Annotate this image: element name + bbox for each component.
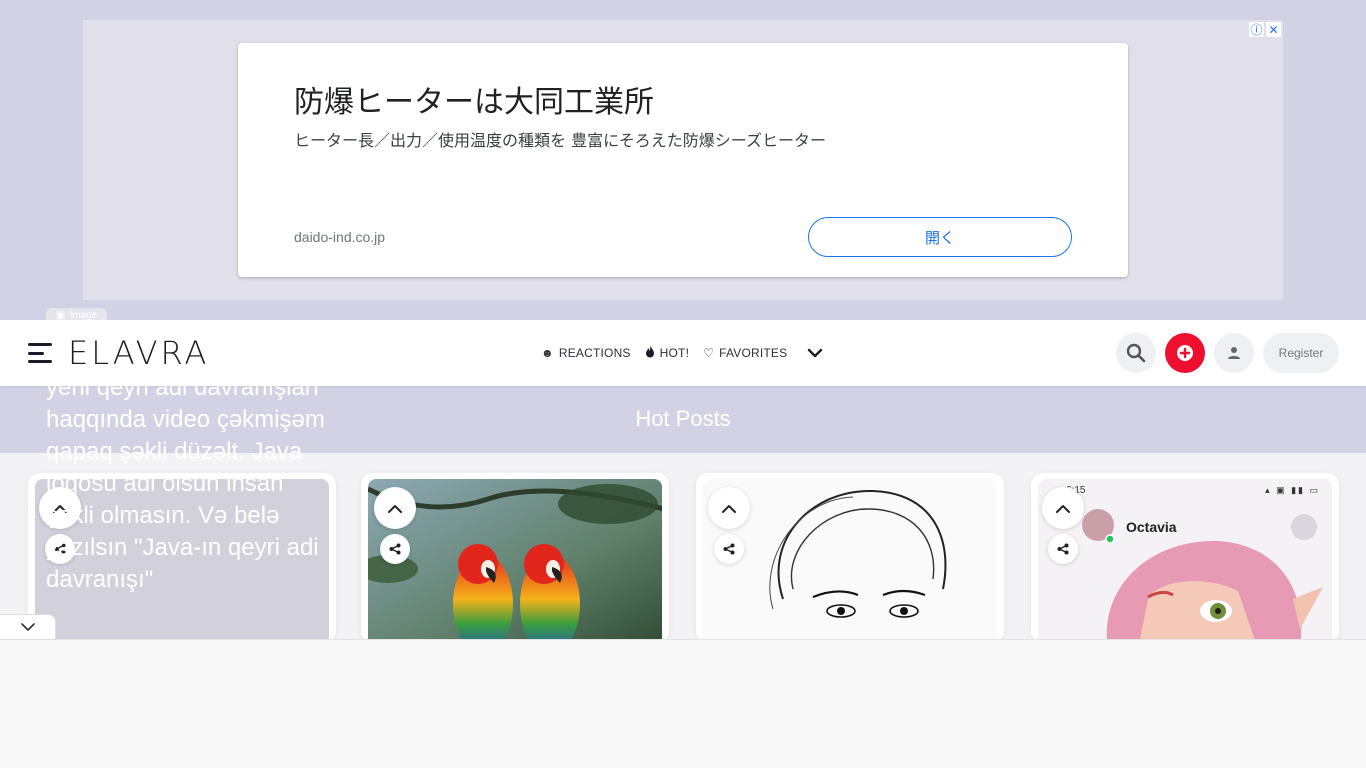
- reaction-face-icon: ☻: [541, 346, 554, 360]
- search-button[interactable]: [1116, 333, 1156, 373]
- ad-open-button[interactable]: 開く: [808, 217, 1072, 257]
- main-nav: ☻ REACTIONS HOT! ♡ FAVORITES: [541, 320, 823, 386]
- user-button[interactable]: [1214, 333, 1254, 373]
- chevron-down-icon: [20, 623, 35, 631]
- ad-domain[interactable]: daido-ind.co.jp: [294, 229, 385, 245]
- menu-icon[interactable]: [28, 343, 52, 363]
- share-button[interactable]: [1048, 534, 1078, 564]
- post-title-overflow: yeni qeyri adi davranışları haqqında vid…: [46, 374, 325, 593]
- nav-item-label: REACTIONS: [558, 346, 631, 360]
- post-username: Octavia: [1126, 519, 1177, 535]
- ad-close-icon[interactable]: ✕: [1266, 22, 1281, 37]
- ad-description: ヒーター長／出力／使用温度の種類を 豊富にそろえた防爆シーズヒーター: [294, 131, 826, 150]
- share-icon: [1057, 543, 1069, 555]
- image-icon: ▣: [56, 309, 66, 321]
- ad-card[interactable]: 防爆ヒーターは大同工業所 ヒーター長／出力／使用温度の種類を 豊富にそろえた防爆…: [238, 43, 1128, 277]
- bottom-ad-area: [0, 639, 1366, 768]
- nav-item-hot[interactable]: HOT!: [645, 345, 689, 361]
- chevron-up-icon: [1056, 504, 1070, 513]
- chevron-up-icon: [722, 504, 736, 513]
- share-button[interactable]: [380, 534, 410, 564]
- collapse-button[interactable]: [0, 614, 56, 640]
- chevron-up-icon: [388, 504, 402, 513]
- heart-icon: ♡: [703, 346, 715, 360]
- upvote-button[interactable]: [374, 487, 416, 529]
- share-icon: [389, 543, 401, 555]
- nav-item-favorites[interactable]: ♡ FAVORITES: [703, 346, 787, 360]
- image-tag-label: Image: [69, 309, 98, 321]
- ad-info-icon[interactable]: ⓘ: [1249, 22, 1264, 37]
- nav-item-label: HOT!: [659, 346, 690, 360]
- ad-title[interactable]: 防爆ヒーターは大同工業所: [294, 77, 654, 121]
- site-logo[interactable]: ELAVRA: [68, 334, 209, 372]
- share-button[interactable]: [714, 534, 744, 564]
- share-icon: [723, 543, 735, 555]
- upvote-button[interactable]: [1042, 487, 1084, 529]
- flame-icon: [645, 345, 655, 361]
- nav-item-reactions[interactable]: ☻ REACTIONS: [541, 346, 631, 360]
- search-icon: [1126, 343, 1146, 363]
- register-button[interactable]: Register: [1263, 333, 1339, 373]
- ad-badges: ⓘ ✕: [1249, 22, 1281, 37]
- chevron-down-icon: [808, 348, 823, 358]
- plus-circle-icon: [1177, 345, 1193, 361]
- upvote-button[interactable]: [708, 487, 750, 529]
- ad-container: ⓘ ✕ 防爆ヒーターは大同工業所 ヒーター長／出力／使用温度の種類を 豊富にそろ…: [83, 20, 1283, 300]
- status-bar-icons: ▴ ▣ ▮▮ ▭: [1265, 485, 1320, 495]
- nav-item-label: FAVORITES: [719, 346, 788, 360]
- create-post-button[interactable]: [1165, 333, 1205, 373]
- site-header: ELAVRA ☻ REACTIONS HOT! ♡ FAVORITES Regi…: [0, 320, 1366, 386]
- user-icon: [1228, 347, 1240, 359]
- nav-more-dropdown[interactable]: [807, 348, 823, 358]
